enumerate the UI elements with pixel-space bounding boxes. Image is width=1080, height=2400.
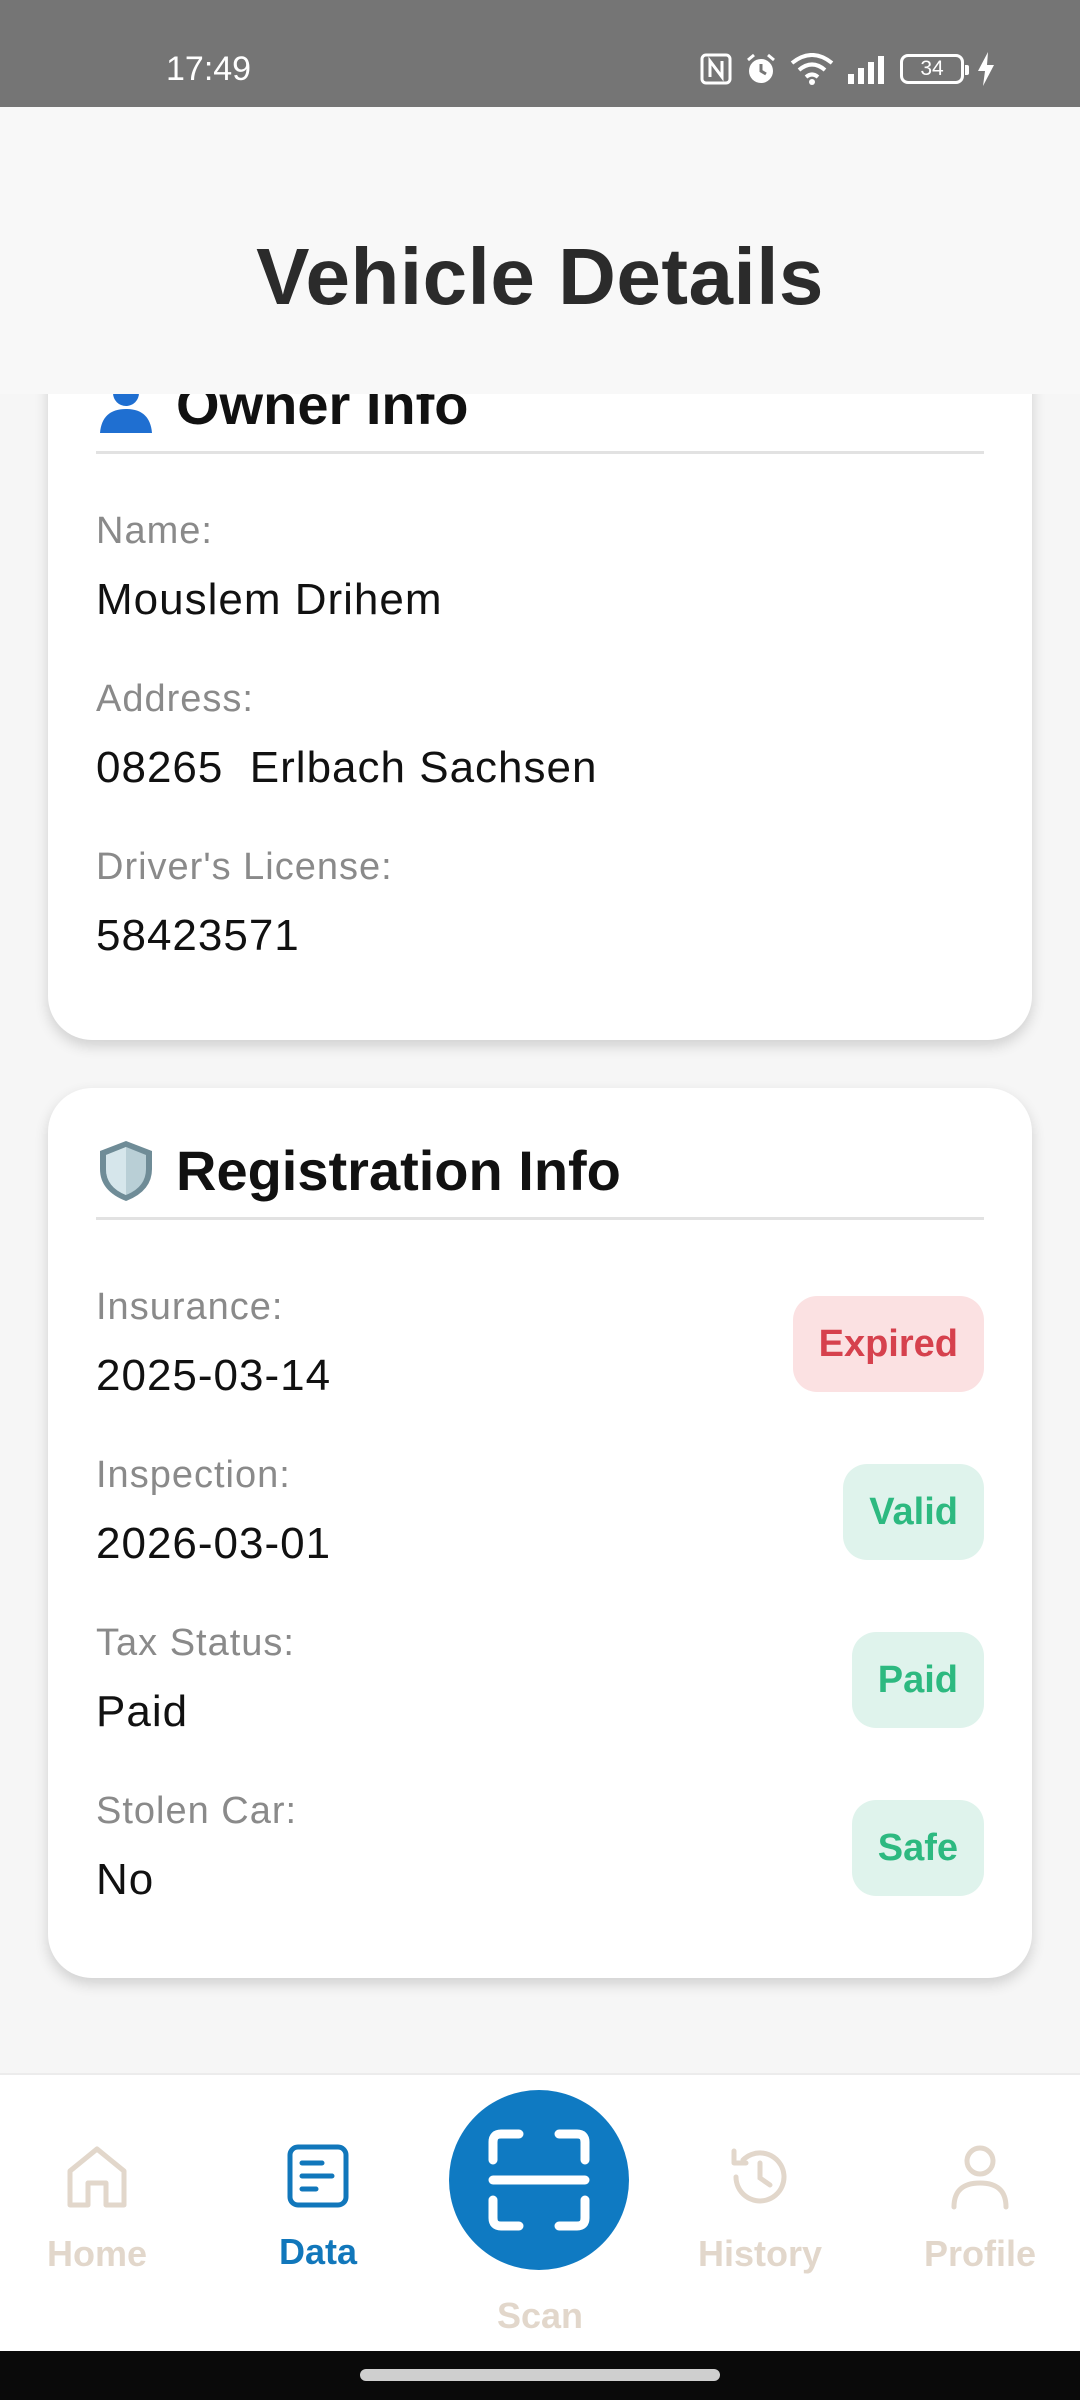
nav-profile[interactable]: Profile xyxy=(880,2143,1080,2275)
nav-history[interactable]: History xyxy=(660,2143,860,2275)
scan-label[interactable]: Scan xyxy=(440,2295,640,2337)
field-value: No xyxy=(96,1855,155,1904)
home-icon xyxy=(67,2146,127,2208)
scan-icon xyxy=(488,2129,590,2231)
field-label: Tax Status: xyxy=(96,1622,295,1664)
field-label: Name: xyxy=(96,510,213,552)
status-badge-insurance: Expired xyxy=(792,1296,984,1392)
field-value: 08265 Erlbach Sachsen xyxy=(96,743,598,792)
nav-label: Profile xyxy=(923,2233,1037,2274)
nav-label: History xyxy=(697,2233,823,2274)
owner-name-field: Name: Mouslem Drihem xyxy=(96,510,984,625)
nav-label: Home xyxy=(46,2233,148,2274)
nav-data[interactable]: Data xyxy=(218,2143,418,2273)
field-label: Address: xyxy=(96,678,254,720)
data-icon xyxy=(287,2144,349,2208)
status-badge-inspection: Valid xyxy=(843,1464,984,1560)
field-label: Stolen Car: xyxy=(96,1790,298,1832)
page-header: Vehicle Details xyxy=(0,107,1080,394)
status-badge-tax: Paid xyxy=(851,1632,984,1728)
field-value: Paid xyxy=(96,1687,189,1736)
field-value: Mouslem Drihem xyxy=(96,575,443,624)
gesture-bar xyxy=(0,2351,1080,2400)
status-badge-stolen: Safe xyxy=(851,1800,984,1896)
registration-info-card: Registration Info Insurance: 2025-03-14 … xyxy=(48,1088,1032,1978)
scan-button[interactable] xyxy=(449,2090,629,2270)
owner-info-card: Owner Info Name: Mouslem Drihem Address:… xyxy=(48,300,1032,1040)
registration-card-header: Registration Info xyxy=(96,1124,984,1220)
nav-home[interactable]: Home xyxy=(0,2143,197,2275)
page-title: Vehicle Details xyxy=(256,232,824,321)
registration-card-title: Registration Info xyxy=(176,1139,621,1202)
bottom-navigation: Home Data Scan History Profile xyxy=(0,2073,1080,2351)
owner-address-field: Address: 08265 Erlbach Sachsen xyxy=(96,678,984,793)
stolen-car-field: Stolen Car: No xyxy=(96,1790,984,1905)
tax-status-field: Tax Status: Paid xyxy=(96,1622,984,1737)
field-label: Driver's License: xyxy=(96,846,393,888)
field-value: 58423571 xyxy=(96,911,300,960)
home-gesture-handle[interactable] xyxy=(360,2369,720,2381)
shield-icon xyxy=(100,1140,152,1201)
profile-icon xyxy=(951,2145,1009,2210)
owner-license-field: Driver's License: 58423571 xyxy=(96,846,984,961)
nav-label: Data xyxy=(278,2231,358,2272)
history-icon xyxy=(731,2148,787,2204)
